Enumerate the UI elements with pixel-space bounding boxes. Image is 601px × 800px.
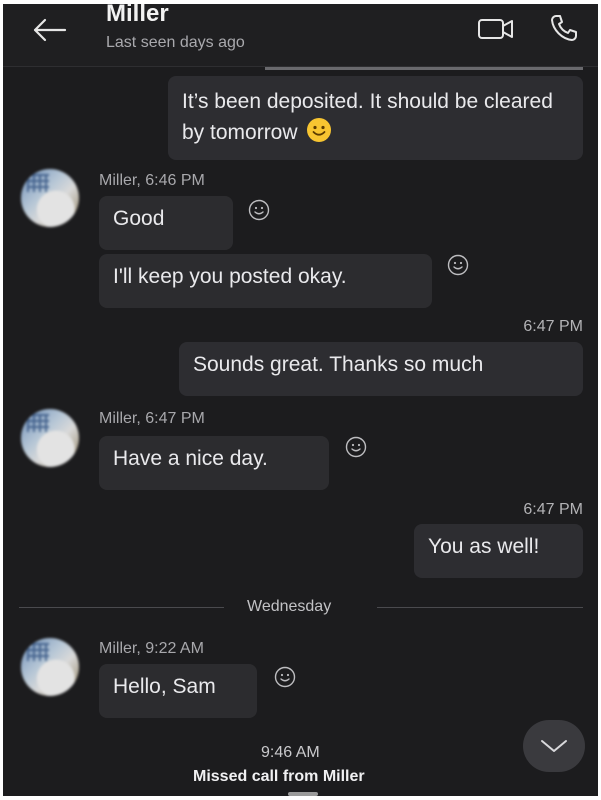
incoming-message[interactable]: I'll keep you posted okay. [99, 254, 432, 308]
voice-call-button[interactable] [548, 12, 580, 44]
avatar[interactable] [21, 169, 79, 227]
day-divider-line [19, 607, 224, 608]
add-reaction-icon[interactable] [447, 254, 469, 276]
arrow-left-icon [33, 18, 67, 42]
sender-timestamp: Miller, 6:47 PM [99, 410, 205, 427]
incoming-message[interactable]: Hello, Sam [99, 664, 257, 718]
chat-screen: Miller Last seen days ago It’s been depo… [3, 4, 598, 796]
outgoing-message[interactable]: You as well! [414, 524, 583, 578]
scroll-indicator [265, 67, 583, 70]
incoming-message[interactable]: Good [99, 196, 233, 250]
smiling-face-emoji [306, 118, 331, 142]
chat-header: Miller Last seen days ago [3, 4, 598, 70]
missed-call-notice[interactable]: Missed call from Miller [193, 768, 365, 786]
avatar[interactable] [21, 638, 79, 696]
add-reaction-icon[interactable] [274, 666, 296, 688]
back-button[interactable] [29, 14, 69, 46]
message-text: Sounds great. Thanks so much [193, 353, 484, 376]
message-timestamp: 6:47 PM [523, 501, 583, 518]
message-text: I'll keep you posted okay. [113, 265, 347, 288]
sender-timestamp: Miller, 6:46 PM [99, 172, 205, 189]
call-timestamp: 9:46 AM [261, 744, 320, 761]
scroll-to-bottom-button[interactable] [523, 720, 585, 772]
message-text: You as well! [428, 535, 540, 558]
message-text: It’s been deposited. It should be cleare… [182, 90, 553, 144]
message-text: Hello, Sam [113, 675, 216, 698]
last-seen-status: Last seen days ago [106, 34, 245, 51]
message-text: Good [113, 207, 165, 230]
outgoing-message[interactable]: Sounds great. Thanks so much [179, 342, 583, 396]
phone-icon [551, 15, 577, 41]
day-divider-line [377, 607, 583, 608]
sender-timestamp: Miller, 9:22 AM [99, 640, 204, 657]
video-camera-icon [478, 19, 513, 39]
message-timestamp: 6:47 PM [523, 318, 583, 335]
incoming-message[interactable]: Have a nice day. [99, 436, 329, 490]
day-divider-label: Wednesday [247, 598, 332, 615]
chevron-down-icon [541, 740, 567, 752]
home-indicator [288, 792, 318, 796]
add-reaction-icon[interactable] [345, 436, 367, 458]
video-call-button[interactable] [476, 14, 516, 44]
outgoing-message[interactable]: It’s been deposited. It should be cleare… [168, 76, 583, 160]
avatar[interactable] [21, 409, 79, 467]
message-text: Have a nice day. [113, 447, 268, 470]
contact-name[interactable]: Miller [106, 4, 169, 28]
add-reaction-icon[interactable] [248, 199, 270, 221]
